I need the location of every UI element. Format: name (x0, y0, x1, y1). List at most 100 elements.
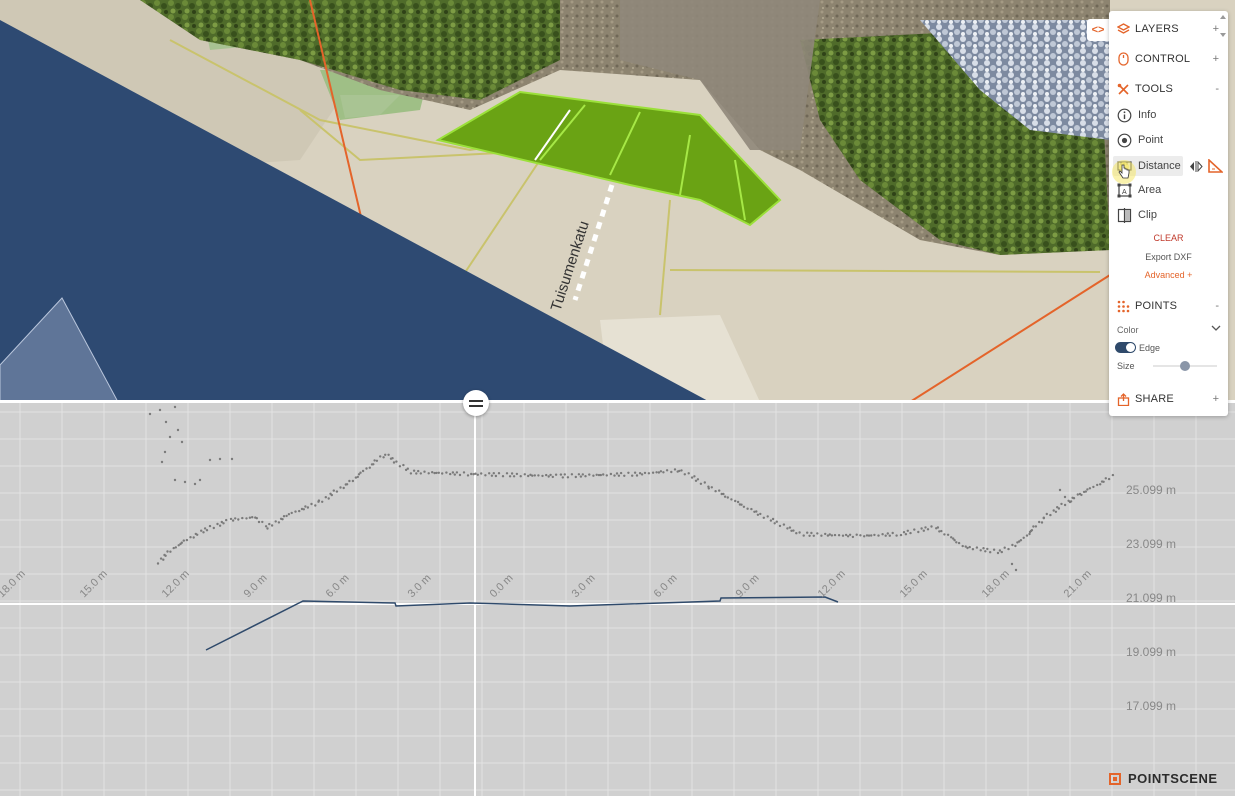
profile-point (327, 497, 330, 500)
profile-point (806, 531, 809, 534)
section-share-toggle[interactable]: + (1213, 393, 1219, 405)
distance-horizontal-icon[interactable] (1189, 160, 1203, 175)
profile-point (1040, 521, 1044, 524)
profile-point (384, 453, 387, 456)
profile-point (176, 428, 180, 432)
profile-point (848, 533, 852, 536)
profile-point (497, 472, 501, 475)
profile-point (693, 475, 696, 478)
profile-point (264, 525, 268, 528)
profile-point (387, 453, 390, 456)
profile-point (778, 524, 782, 528)
elevation-profile-view[interactable]: 18.0 m 15.0 m 12.0 m 9.0 m 6.0 m 3.0 m 0.0 m 3.… (0, 402, 1235, 796)
profile-point (1060, 502, 1063, 506)
profile-point (208, 458, 212, 462)
profile-point (1063, 503, 1067, 507)
edge-toggle[interactable] (1115, 342, 1136, 353)
profile-point (1107, 477, 1111, 481)
section-layers[interactable]: LAYERS + (1109, 19, 1228, 39)
profile-point (635, 474, 639, 477)
section-control-toggle[interactable]: + (1213, 53, 1219, 65)
export-dxf-button[interactable]: Export DXF (1109, 252, 1228, 262)
split-drag-handle[interactable] (463, 390, 489, 416)
profile-point (373, 459, 376, 462)
distance-height-icon[interactable] (1208, 158, 1225, 176)
profile-point (449, 472, 452, 476)
size-slider-label: Size (1117, 361, 1135, 371)
size-slider[interactable] (1153, 361, 1217, 371)
profile-point (298, 509, 301, 513)
profile-point (423, 470, 426, 473)
tool-info[interactable]: Info (1113, 105, 1225, 125)
profile-point (561, 476, 564, 479)
profile-point (533, 474, 536, 477)
profile-point (943, 533, 946, 536)
profile-point (922, 529, 925, 532)
profile-point (984, 550, 987, 553)
size-slider-knob[interactable] (1180, 361, 1190, 371)
profile-point (505, 472, 509, 475)
profile-point (375, 459, 379, 462)
panel-collapse-button[interactable]: <> (1087, 19, 1109, 41)
section-points-toggle[interactable]: - (1215, 300, 1219, 312)
profile-point (895, 534, 898, 537)
profile-point (324, 496, 327, 499)
profile-point (230, 457, 234, 461)
tool-point[interactable]: Point (1113, 130, 1225, 150)
tool-clip[interactable]: Clip (1113, 205, 1225, 225)
profile-point (957, 541, 961, 545)
profile-point (627, 471, 630, 474)
profile-point (1072, 497, 1076, 500)
x-tick-label: 12.0 m (816, 568, 848, 600)
section-layers-toggle[interactable]: + (1213, 23, 1219, 35)
profile-point (474, 472, 477, 475)
profile-point (1096, 483, 1099, 487)
x-tick-label: 3.0 m (570, 572, 598, 600)
profile-point (1045, 512, 1049, 516)
profile-point (859, 534, 862, 537)
profile-point (756, 513, 760, 516)
section-tools[interactable]: TOOLS - (1109, 79, 1228, 99)
profile-point (968, 545, 971, 549)
profile-point (173, 405, 177, 409)
profile-point (966, 546, 969, 550)
profile-point (339, 486, 342, 489)
profile-point (229, 517, 233, 521)
profile-point (584, 475, 587, 478)
profile-point (924, 526, 927, 529)
clear-button[interactable]: CLEAR (1109, 233, 1228, 243)
point-cloud-viewport[interactable]: Tuisumenkatu (0, 0, 1235, 402)
profile-point (359, 471, 362, 474)
profile-point (759, 512, 762, 516)
section-control[interactable]: CONTROL + (1109, 49, 1228, 69)
profile-point (775, 520, 778, 523)
profile-point (164, 554, 167, 557)
profile-point (490, 474, 494, 477)
section-tools-toggle[interactable]: - (1215, 83, 1219, 95)
section-share[interactable]: SHARE + (1109, 389, 1228, 409)
edge-toggle-label: Edge (1139, 342, 1161, 353)
profile-point (531, 474, 534, 477)
profile-point (488, 472, 491, 475)
tools-icon (1116, 82, 1130, 96)
profile-point (342, 486, 345, 490)
color-select[interactable]: Color (1117, 323, 1221, 337)
profile-point (998, 549, 1002, 552)
profile-point (245, 517, 248, 520)
advanced-toggle[interactable]: Advanced + (1109, 270, 1228, 280)
svg-text:A: A (1122, 189, 1127, 196)
y-tick-label: 19.099 m (1126, 645, 1176, 659)
profile-point (274, 520, 277, 523)
section-points[interactable]: POINTS - (1109, 296, 1228, 316)
profile-point (1000, 550, 1003, 554)
profile-point (415, 472, 418, 475)
x-tick-label: 18.0 m (980, 568, 1012, 600)
tool-info-label: Info (1138, 109, 1157, 121)
profile-point (930, 525, 933, 528)
profile-point (707, 487, 710, 490)
profile-point (470, 472, 473, 476)
profile-point (699, 482, 703, 485)
profile-point (451, 471, 455, 474)
profile-point (946, 533, 950, 536)
profile-point (445, 471, 448, 474)
